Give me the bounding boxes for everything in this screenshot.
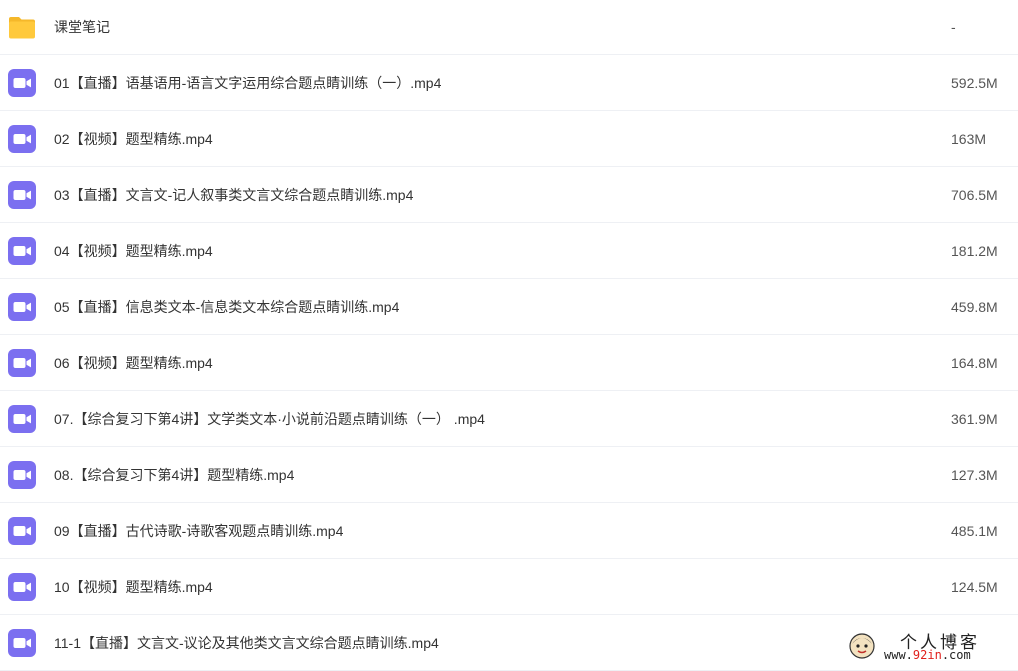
file-name[interactable]: 课堂笔记 [54,0,110,55]
file-name[interactable]: 02【视频】题型精练.mp4 [54,111,213,167]
file-name[interactable]: 10【视频】题型精练.mp4 [54,559,213,615]
file-row[interactable]: 08.【综合复习下第4讲】题型精练.mp4 127.3M [0,447,1018,503]
file-row[interactable]: 01【直播】语基语用-语言文字运用综合题点睛训练（一）.mp4 592.5M [0,55,1018,111]
file-name[interactable]: 04【视频】题型精练.mp4 [54,223,213,279]
file-size: 706.5M [951,187,998,203]
file-list: 课堂笔记 - 01【直播】语基语用-语言文字运用综合题点睛训练（一）.mp4 592.… [0,0,1018,671]
video-file-icon [8,573,36,601]
video-file-icon [8,629,36,657]
file-name[interactable]: 03【直播】文言文-记人叙事类文言文综合题点睛训练.mp4 [54,167,413,223]
file-row[interactable]: 05【直播】信息类文本-信息类文本综合题点睛训练.mp4 459.8M [0,279,1018,335]
file-name[interactable]: 09【直播】古代诗歌-诗歌客观题点睛训练.mp4 [54,503,343,559]
file-row[interactable]: 09【直播】古代诗歌-诗歌客观题点睛训练.mp4 485.1M [0,503,1018,559]
watermark-url: www.92in.com [884,648,971,662]
file-row[interactable]: 06【视频】题型精练.mp4 164.8M [0,335,1018,391]
file-size: 361.9M [951,411,998,427]
file-row[interactable]: 03【直播】文言文-记人叙事类文言文综合题点睛训练.mp4 706.5M [0,167,1018,223]
watermark: 个人博客 www.92in.com [848,628,1008,664]
video-file-icon [8,517,36,545]
file-size: 485.1M [951,523,998,539]
folder-row[interactable]: 课堂笔记 - [0,0,1018,55]
file-row[interactable]: 02【视频】题型精练.mp4 163M [0,111,1018,167]
file-name[interactable]: 11-1【直播】文言文-议论及其他类文言文综合题点睛训练.mp4 [54,615,439,671]
file-row[interactable]: 04【视频】题型精练.mp4 181.2M [0,223,1018,279]
video-file-icon [8,69,36,97]
file-size: 459.8M [951,299,998,315]
video-file-icon [8,237,36,265]
file-name[interactable]: 01【直播】语基语用-语言文字运用综合题点睛训练（一）.mp4 [54,55,441,111]
file-row[interactable]: 07.【综合复习下第4讲】文学类文本·小说前沿题点睛训练（一） .mp4 361.… [0,391,1018,447]
video-file-icon [8,349,36,377]
file-row[interactable]: 10【视频】题型精练.mp4 124.5M [0,559,1018,615]
file-name[interactable]: 08.【综合复习下第4讲】题型精练.mp4 [54,447,294,503]
file-name[interactable]: 06【视频】题型精练.mp4 [54,335,213,391]
video-file-icon [8,293,36,321]
file-name[interactable]: 07.【综合复习下第4讲】文学类文本·小说前沿题点睛训练（一） .mp4 [54,391,485,447]
file-size: 124.5M [951,579,998,595]
video-file-icon [8,181,36,209]
file-name[interactable]: 05【直播】信息类文本-信息类文本综合题点睛训练.mp4 [54,279,399,335]
file-size: 163M [951,131,987,147]
file-size: 181.2M [951,243,998,259]
file-size: 592.5M [951,75,998,91]
file-size: 127.3M [951,467,998,483]
video-file-icon [8,125,36,153]
file-size: - [951,19,956,35]
video-file-icon [8,461,36,489]
file-size: 164.8M [951,355,998,371]
folder-icon [8,13,36,41]
watermark-logo-icon [848,632,876,660]
video-file-icon [8,405,36,433]
